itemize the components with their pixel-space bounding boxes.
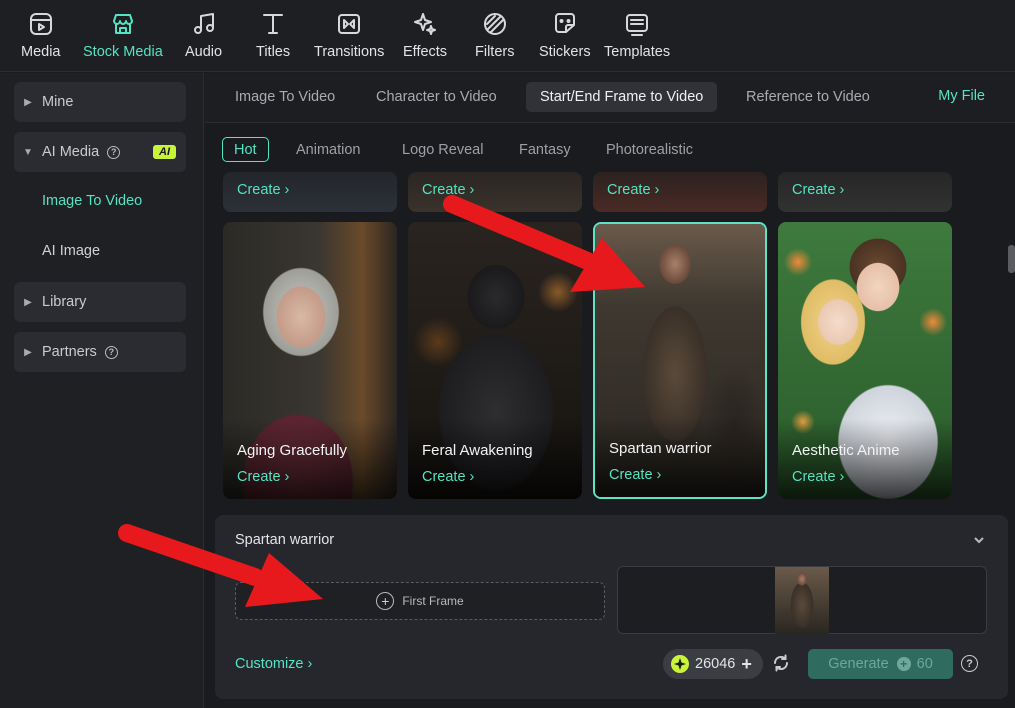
stock-media-icon: [109, 10, 137, 38]
template-card[interactable]: Feral Awakening Create ›: [408, 222, 582, 499]
card-title: Spartan warrior: [609, 440, 712, 457]
main-content: Image To Video Character to Video Start/…: [205, 73, 1015, 708]
toolbar-media[interactable]: Media: [21, 10, 61, 66]
tab-bar: Image To Video Character to Video Start/…: [205, 73, 1015, 123]
sidebar-item-library[interactable]: ▶ Library: [14, 282, 186, 322]
caret-right-icon: ▶: [24, 346, 32, 358]
sidebar-item-mine-label: Mine: [42, 94, 74, 110]
my-file-link[interactable]: My File: [938, 88, 985, 104]
sidebar-item-mine[interactable]: ▶ Mine: [14, 82, 186, 122]
help-icon[interactable]: ?: [961, 655, 978, 672]
card-create-link[interactable]: Create ›: [792, 469, 844, 485]
toolbar-audio-label: Audio: [185, 44, 223, 60]
caret-right-icon: ▶: [24, 96, 32, 108]
sidebar-item-ai-media[interactable]: ▼ AI Media ? AI: [14, 132, 186, 172]
sidebar-item-ai-image[interactable]: AI Image: [42, 243, 100, 259]
panel-title: Spartan warrior: [235, 532, 335, 548]
generate-cost: 60: [916, 656, 933, 672]
toolbar-stickers[interactable]: Stickers: [539, 10, 591, 66]
tab-image-to-video[interactable]: Image To Video: [221, 82, 349, 112]
media-icon: [27, 10, 55, 38]
template-card-partial[interactable]: Create ›: [408, 172, 582, 212]
end-frame-slot[interactable]: [617, 566, 987, 634]
caret-right-icon: ▶: [24, 296, 32, 308]
credits-balance[interactable]: 26046 +: [663, 649, 763, 679]
credit-gem-icon: +: [896, 657, 911, 671]
toolbar-stock-media[interactable]: Stock Media: [83, 10, 163, 66]
template-card-partial[interactable]: Create ›: [593, 172, 767, 212]
generate-label: Generate: [828, 656, 889, 672]
help-icon[interactable]: ?: [107, 145, 121, 159]
plus-circle-icon: +: [376, 592, 395, 610]
first-frame-label: First Frame: [402, 594, 464, 608]
card-title: Aging Gracefully: [237, 442, 348, 459]
card-create-link[interactable]: Create ›: [792, 182, 844, 198]
toolbar-effects[interactable]: Effects: [403, 10, 447, 66]
text-t-icon: [259, 10, 287, 38]
toolbar-titles-label: Titles: [256, 44, 291, 60]
refresh-icon[interactable]: [772, 654, 790, 672]
caret-down-icon: ▼: [23, 146, 33, 158]
toolbar-stock-media-label: Stock Media: [83, 44, 163, 60]
filter-animation[interactable]: Animation: [296, 137, 360, 162]
add-credits-icon[interactable]: +: [741, 655, 752, 673]
toolbar-audio[interactable]: Audio: [185, 10, 222, 66]
sidebar: ▶ Mine ▼ AI Media ? AI Image To Video AI…: [0, 73, 204, 708]
credits-count: 26046: [695, 656, 736, 672]
card-create-link[interactable]: Create ›: [422, 182, 474, 198]
toolbar-transitions[interactable]: Transitions: [314, 10, 384, 66]
sidebar-item-image-to-video[interactable]: Image To Video: [42, 193, 142, 209]
card-create-link[interactable]: Create ›: [237, 182, 289, 198]
sidebar-item-library-label: Library: [42, 294, 87, 310]
generation-panel: Spartan warrior + First Frame Customize …: [215, 515, 1008, 699]
template-card[interactable]: Aging Gracefully Create ›: [223, 222, 397, 499]
music-note-icon: [190, 10, 218, 38]
card-create-link[interactable]: Create ›: [607, 182, 659, 198]
card-title: Aesthetic Anime: [792, 442, 900, 459]
card-title: Feral Awakening: [422, 442, 533, 459]
ai-badge: AI: [153, 145, 176, 159]
template-card-partial[interactable]: Create ›: [223, 172, 397, 212]
scrollbar[interactable]: [1008, 245, 1015, 273]
effects-sparkle-icon: [411, 10, 439, 38]
tab-start-end-frame-to-video[interactable]: Start/End Frame to Video: [526, 82, 718, 112]
card-create-link[interactable]: Create ›: [609, 467, 661, 483]
card-create-link[interactable]: Create ›: [237, 469, 289, 485]
filter-hot[interactable]: Hot: [222, 137, 269, 162]
generate-button[interactable]: Generate + 60: [808, 649, 953, 679]
templates-icon: [623, 10, 651, 38]
sticker-icon: [551, 10, 579, 38]
first-frame-upload[interactable]: + First Frame: [235, 582, 605, 620]
filter-logo-reveal[interactable]: Logo Reveal: [402, 137, 483, 162]
toolbar-filters-label: Filters: [475, 44, 515, 60]
toolbar-media-label: Media: [21, 44, 61, 60]
toolbar-filters[interactable]: Filters: [475, 10, 514, 66]
toolbar-effects-label: Effects: [403, 44, 448, 60]
toolbar-templates-label: Templates: [604, 44, 671, 60]
filter-fantasy[interactable]: Fantasy: [519, 137, 571, 162]
template-card-partial[interactable]: Create ›: [778, 172, 952, 212]
sidebar-item-partners-label: Partners: [42, 344, 97, 360]
sidebar-item-partners[interactable]: ▶ Partners ?: [14, 332, 186, 372]
toolbar-templates[interactable]: Templates: [604, 10, 670, 66]
top-toolbar: Media Stock Media Audio Titles Transitio…: [0, 0, 1015, 72]
filters-icon: [481, 10, 509, 38]
customize-link[interactable]: Customize ›: [235, 656, 312, 672]
tab-reference-to-video[interactable]: Reference to Video: [732, 82, 884, 112]
card-create-link[interactable]: Create ›: [422, 469, 474, 485]
toolbar-transitions-label: Transitions: [314, 44, 385, 60]
transitions-icon: [335, 10, 363, 38]
chevron-down-icon[interactable]: [972, 533, 986, 547]
filter-photorealistic[interactable]: Photorealistic: [606, 137, 693, 162]
help-icon[interactable]: ?: [104, 345, 118, 359]
toolbar-titles[interactable]: Titles: [256, 10, 290, 66]
end-frame-thumbnail: [775, 567, 829, 634]
template-card[interactable]: Aesthetic Anime Create ›: [778, 222, 952, 499]
credit-gem-icon: [671, 655, 689, 673]
template-card-selected[interactable]: Spartan warrior Create ›: [593, 222, 767, 499]
toolbar-stickers-label: Stickers: [539, 44, 591, 60]
sidebar-item-ai-media-label: AI Media: [42, 144, 100, 160]
tab-character-to-video[interactable]: Character to Video: [362, 82, 511, 112]
